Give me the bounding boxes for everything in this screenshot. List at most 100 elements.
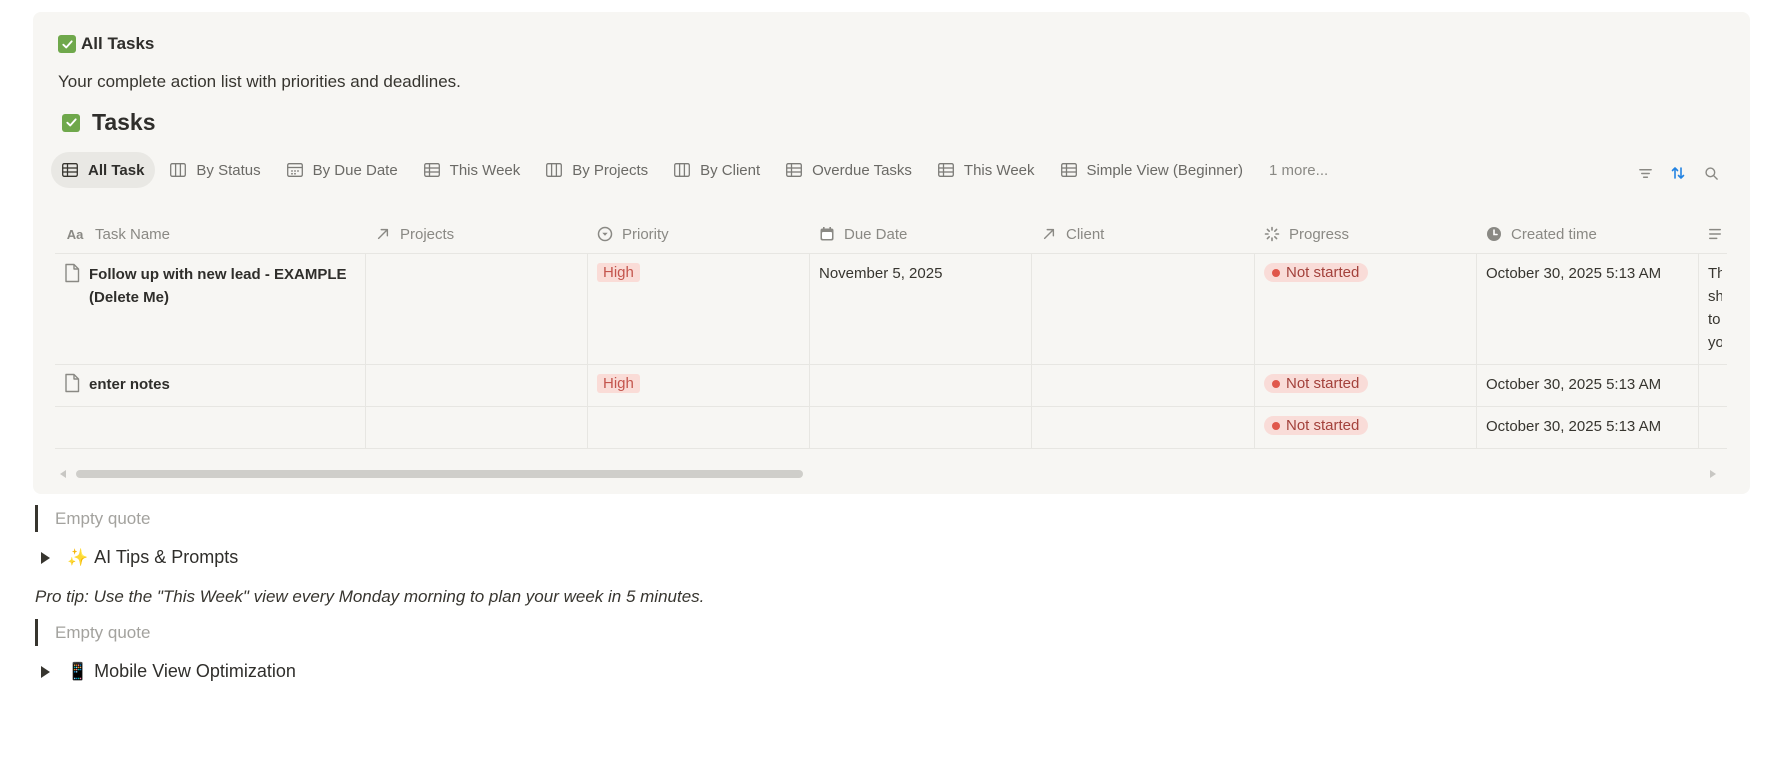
callout-description: Your complete action list with prioritie… xyxy=(58,72,461,91)
tab-simple-view[interactable]: Simple View (Beginner) xyxy=(1050,152,1254,188)
column-header-priority[interactable]: Priority xyxy=(588,215,810,253)
empty-quote-block[interactable]: Empty quote xyxy=(35,619,150,646)
tab-label: By Client xyxy=(700,161,761,179)
created-time-cell: October 30, 2025 5:13 AM xyxy=(1477,365,1699,406)
database-title-text: Tasks xyxy=(92,109,156,135)
status-dot xyxy=(1272,268,1280,277)
projects-cell[interactable] xyxy=(366,254,588,364)
more-views-button[interactable]: 1 more... xyxy=(1258,152,1339,188)
toggle-label: Mobile View Optimization xyxy=(94,661,296,681)
tab-by-due-date[interactable]: By Due Date xyxy=(276,152,409,188)
progress-cell[interactable]: Not started xyxy=(1255,407,1477,448)
empty-quote-block[interactable]: Empty quote xyxy=(35,505,150,532)
column-label: Task Name xyxy=(95,225,171,243)
due-date-cell[interactable]: November 5, 2025 xyxy=(810,254,1032,364)
status-dot xyxy=(1272,379,1280,388)
calendar-icon xyxy=(286,163,303,177)
column-label: Created time xyxy=(1511,225,1597,243)
clipped-text-cell[interactable]: Th sh to yo xyxy=(1699,254,1727,364)
column-header-due-date[interactable]: Due Date xyxy=(810,215,1032,253)
priority-tag: High xyxy=(597,374,640,393)
table-row[interactable]: Follow up with new lead - EXAMPLE (Delet… xyxy=(55,254,1727,365)
callout-title: All Tasks xyxy=(58,34,154,54)
projects-cell[interactable] xyxy=(366,365,588,406)
mobile-phone-icon: 📱 xyxy=(67,661,89,681)
text-property-icon: Aa xyxy=(66,226,84,242)
filter-icon[interactable] xyxy=(1636,164,1654,182)
progress-cell[interactable]: Not started xyxy=(1255,254,1477,364)
toggle-arrow-icon[interactable] xyxy=(41,551,50,564)
tab-label: By Due Date xyxy=(312,161,398,179)
task-name-cell[interactable]: Follow up with new lead - EXAMPLE (Delet… xyxy=(55,254,366,364)
column-header-client[interactable]: Client xyxy=(1032,215,1255,253)
scroll-left-arrow-icon[interactable] xyxy=(60,470,66,478)
tab-label: By Projects xyxy=(572,161,649,179)
toggle-ai-tips[interactable]: ✨ AI Tips & Prompts xyxy=(41,547,238,568)
due-date-text: November 5, 2025 xyxy=(819,265,943,282)
database-title[interactable]: Tasks xyxy=(62,109,156,136)
table-header: Aa Task Name Projects Priority Due Date … xyxy=(55,215,1727,254)
column-label: Priority xyxy=(622,225,669,243)
tab-by-projects[interactable]: By Projects xyxy=(535,152,659,188)
relation-arrow-icon xyxy=(375,226,391,242)
clock-icon xyxy=(1486,226,1502,242)
scrollbar-thumb[interactable] xyxy=(76,470,803,478)
horizontal-scrollbar[interactable] xyxy=(60,469,1716,479)
pro-tip-text: Pro tip: Use the "This Week" view every … xyxy=(35,587,705,606)
due-date-cell[interactable] xyxy=(810,365,1032,406)
toggle-arrow-icon[interactable] xyxy=(41,665,50,678)
tab-by-status[interactable]: By Status xyxy=(159,152,271,188)
all-tasks-callout: All Tasks Your complete action list with… xyxy=(33,12,1750,494)
client-cell[interactable] xyxy=(1032,407,1255,448)
tab-all-task[interactable]: All Task xyxy=(51,152,156,188)
column-label: Progress xyxy=(1289,225,1350,243)
column-header-task-name[interactable]: Aa Task Name xyxy=(55,215,366,253)
column-header-created-time[interactable]: Created time xyxy=(1477,215,1699,253)
board-icon xyxy=(546,163,563,177)
due-date-cell[interactable] xyxy=(810,407,1032,448)
column-header-projects[interactable]: Projects xyxy=(366,215,588,253)
toggle-mobile-view[interactable]: 📱 Mobile View Optimization xyxy=(41,661,296,682)
tab-this-week[interactable]: This Week xyxy=(413,152,532,188)
clipped-text-cell[interactable] xyxy=(1699,407,1727,448)
clipped-text-cell[interactable] xyxy=(1699,365,1727,406)
status-text: Not started xyxy=(1286,264,1360,281)
priority-tag: High xyxy=(597,263,640,282)
column-header-progress[interactable]: Progress xyxy=(1255,215,1477,253)
priority-cell[interactable]: High xyxy=(588,365,810,406)
status-text: Not started xyxy=(1286,375,1360,392)
priority-cell[interactable]: High xyxy=(588,254,810,364)
projects-cell[interactable] xyxy=(366,407,588,448)
tab-by-client[interactable]: By Client xyxy=(663,152,771,188)
scroll-right-arrow-icon[interactable] xyxy=(1710,470,1716,478)
column-label: Client xyxy=(1066,225,1105,243)
search-icon[interactable] xyxy=(1702,164,1720,182)
calendar-icon xyxy=(819,226,835,242)
client-cell[interactable] xyxy=(1032,365,1255,406)
task-name-cell[interactable] xyxy=(55,407,366,448)
tab-overdue-tasks[interactable]: Overdue Tasks xyxy=(775,152,923,188)
status-badge: Not started xyxy=(1264,416,1369,435)
task-name-text: Follow up with new lead - EXAMPLE (Delet… xyxy=(89,266,347,306)
clipped-text: Th sh to yo xyxy=(1708,265,1722,351)
select-property-icon xyxy=(597,226,613,242)
status-badge: Not started xyxy=(1264,263,1369,282)
tasks-table: Aa Task Name Projects Priority Due Date … xyxy=(55,215,1727,449)
tab-this-week-2[interactable]: This Week xyxy=(927,152,1046,188)
page-icon xyxy=(65,263,80,283)
sparkles-icon: ✨ xyxy=(67,547,89,567)
table-row[interactable]: enter notes High Not started October 30,… xyxy=(55,365,1727,407)
table-row[interactable]: Not started October 30, 2025 5:13 AM xyxy=(55,407,1727,449)
table-icon xyxy=(62,163,78,177)
priority-cell[interactable] xyxy=(588,407,810,448)
status-text: Not started xyxy=(1286,417,1360,434)
sort-icon[interactable] xyxy=(1669,164,1687,182)
view-toolbar xyxy=(1636,164,1720,182)
checkmark-icon xyxy=(62,113,80,132)
view-tabs: All Task By Status By Due Date This Week… xyxy=(51,152,1343,188)
client-cell[interactable] xyxy=(1032,254,1255,364)
column-header-clipped[interactable] xyxy=(1699,215,1727,253)
task-name-cell[interactable]: enter notes xyxy=(55,365,366,406)
progress-cell[interactable]: Not started xyxy=(1255,365,1477,406)
status-property-icon xyxy=(1264,226,1280,242)
